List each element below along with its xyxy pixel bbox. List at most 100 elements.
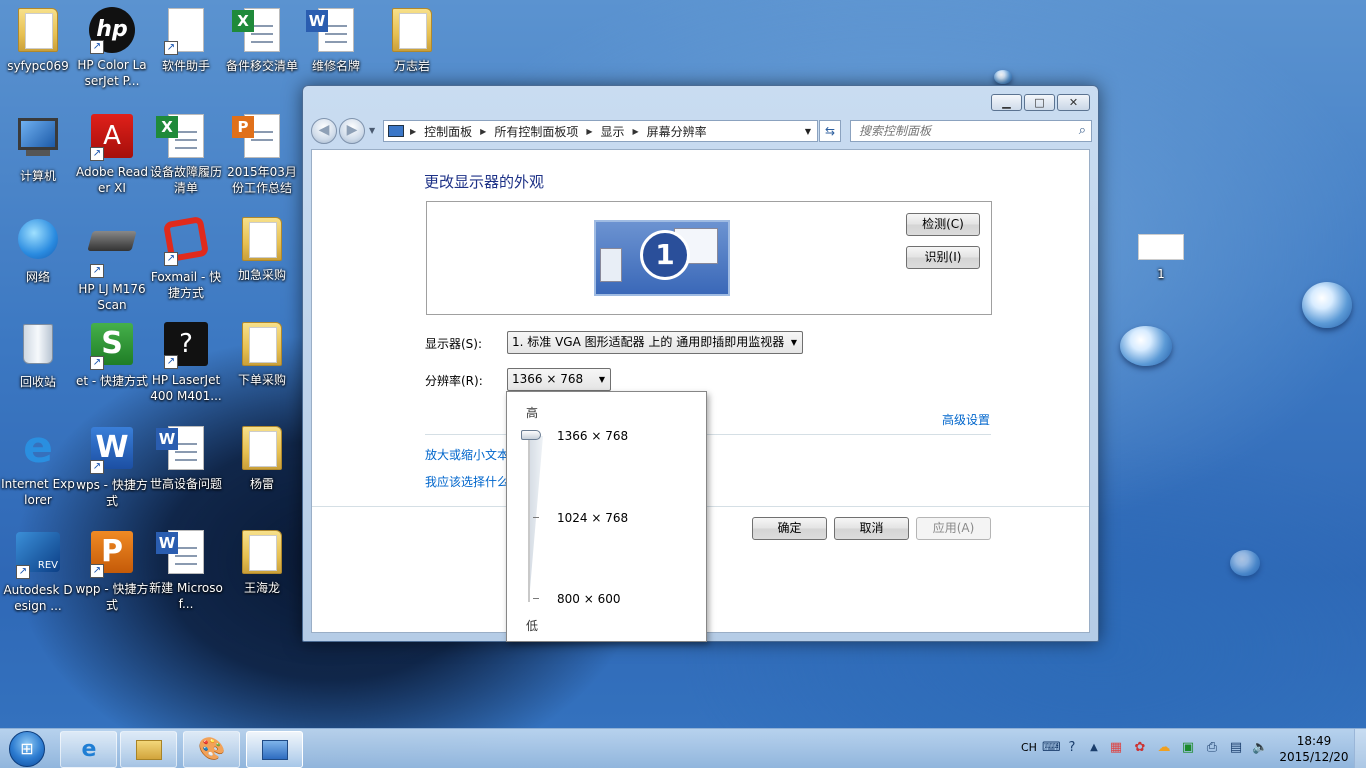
desktop-icon-wps[interactable]: W ↗ wps - 快捷方式 [74, 424, 150, 509]
taskbar-explorer[interactable] [120, 731, 177, 768]
desktop-icon-wpp[interactable]: P ↗ wpp - 快捷方式 [74, 528, 150, 613]
desktop-icon-wang-hailong[interactable]: 王海龙 [224, 528, 300, 596]
autodesk-icon: REV ↗ [14, 532, 62, 580]
taskbar-control-panel[interactable] [246, 731, 303, 768]
clock-time: 18:49 [1296, 734, 1332, 748]
network-manager-icon[interactable]: ▣ [1180, 740, 1196, 756]
network-connection-icon[interactable]: ▤ [1228, 740, 1244, 756]
desktop-icon-foxmail[interactable]: ↗ Foxmail - 快捷方式 [148, 215, 224, 301]
close-button[interactable]: ✕ [1057, 94, 1090, 111]
desktop-icon-order-purchase[interactable]: 下单采购 [224, 320, 300, 388]
icon-label: 2015年03月份工作总结 [227, 165, 297, 195]
desktop-icon-yang-lei[interactable]: 杨雷 [224, 424, 300, 492]
volume-icon[interactable]: 🔈 [1252, 740, 1268, 756]
resolution-option[interactable]: 1366 × 768 [557, 429, 628, 443]
text-size-link[interactable]: 放大或缩小文本 [425, 446, 509, 463]
search-icon[interactable]: ⌕ [1079, 123, 1086, 138]
recent-pages-dropdown[interactable]: ▼ [369, 126, 375, 135]
desktop-icon-user[interactable]: syfypc069 [0, 6, 76, 74]
language-indicator[interactable]: CH [1021, 741, 1037, 754]
breadcrumb-separator: ▶ [632, 126, 639, 136]
desktop-icon-recycle-bin[interactable]: 回收站 [0, 320, 76, 390]
desktop-icon-spare-parts[interactable]: X 备件移交清单 [224, 6, 300, 74]
resolution-option[interactable]: 1024 × 768 [557, 511, 628, 525]
breadcrumb-all-items[interactable]: 所有控制面板项 [494, 123, 578, 140]
maximize-icon: □ [1034, 96, 1045, 109]
maximize-button[interactable]: □ [1024, 94, 1055, 111]
forward-button[interactable]: ▶ [339, 118, 365, 144]
desktop-icon-software-helper[interactable]: ↗ 软件助手 [148, 6, 224, 74]
recycle-bin-icon [14, 324, 62, 372]
desktop-icon-hp-laserjet-400[interactable]: ? ↗ HP LaserJet 400 M401... [148, 320, 224, 404]
desktop-icon-adobe-reader[interactable]: A ↗ Adobe Reader XI [74, 112, 150, 196]
desktop-icon-urgent-purchase[interactable]: 加急采购 [224, 215, 300, 283]
desktop-icon-equipment-history[interactable]: X 设备故障履历清单 [148, 112, 224, 196]
close-icon: ✕ [1068, 96, 1079, 109]
desktop-icon-repair-nameplate[interactable]: W 维修名牌 [298, 6, 374, 74]
taskbar-ie[interactable]: e [60, 731, 117, 768]
desktop-icon-file-1[interactable]: 1 [1123, 266, 1199, 282]
search-input[interactable] [859, 122, 1069, 140]
navigation-bar: ◀ ▶ ▼ ▶ 控制面板 ▶ 所有控制面板项 ▶ 显示 ▶ 屏幕分辨率 ▼ ⇆ … [311, 117, 1092, 145]
desktop-icon-wan-zhiyan[interactable]: 万志岩 [374, 6, 450, 74]
desktop-icon-et[interactable]: S ↗ et - 快捷方式 [74, 320, 150, 389]
show-desktop-button[interactable] [1354, 729, 1366, 768]
breadcrumb-separator: ▶ [480, 126, 487, 136]
ok-button[interactable]: 确定 [752, 517, 827, 540]
taskbar-paint[interactable]: 🎨 [183, 731, 240, 768]
slider-tick [533, 517, 539, 518]
desktop-icon-computer[interactable]: 计算机 [0, 112, 76, 184]
clock[interactable]: 18:49 2015/12/20 [1278, 733, 1350, 765]
spreadsheet-document-icon: X [156, 114, 210, 162]
breadcrumb-separator: ▶ [586, 126, 593, 136]
desktop-icon-ie[interactable]: e Internet Explorer [0, 424, 76, 508]
refresh-button[interactable]: ⇆ [819, 120, 841, 142]
resolution-select[interactable]: 1366 × 768 ▼ [507, 368, 611, 391]
printer-icon[interactable]: ⎙ [1204, 740, 1220, 756]
resolution-slider-track[interactable] [528, 434, 530, 602]
advanced-settings-link[interactable]: 高级设置 [942, 411, 990, 428]
resolution-slider-thumb[interactable] [521, 430, 541, 440]
desktop-icon-autodesk[interactable]: REV ↗ Autodesk Design ... [0, 528, 76, 614]
detect-button[interactable]: 检测(C) [906, 213, 980, 236]
desktop-icon-network[interactable]: 网络 [0, 215, 76, 285]
resolution-option[interactable]: 800 × 600 [557, 592, 621, 606]
help-icon[interactable]: ? [1064, 740, 1080, 756]
security-icon[interactable]: ✿ [1132, 740, 1148, 756]
desktop-icon-work-summary[interactable]: P 2015年03月份工作总结 [224, 112, 300, 196]
apply-button[interactable]: 应用(A) [916, 517, 991, 540]
keyboard-icon[interactable]: ⌨ [1042, 740, 1061, 756]
icon-label: syfypc069 [7, 59, 69, 73]
icon-label: 王海龙 [243, 581, 280, 595]
hp-logo-icon: hp ↗ [88, 7, 136, 55]
cancel-button[interactable]: 取消 [834, 517, 909, 540]
desktop-icon-new-microsoft[interactable]: W 新建 Microsof... [148, 528, 224, 612]
breadcrumb-display[interactable]: 显示 [601, 123, 625, 140]
show-hidden-icons-icon[interactable]: ▲ [1086, 740, 1102, 756]
back-button[interactable]: ◀ [311, 118, 337, 144]
desktop-icon-hp-scan[interactable]: ↗ HP LJ M176 Scan [74, 215, 150, 313]
display-select[interactable]: 1. 标准 VGA 图形适配器 上的 通用即插即用监视器 ▼ [507, 331, 803, 354]
word-document-icon: W [156, 426, 210, 474]
breadcrumb-screen-resolution[interactable]: 屏幕分辨率 [647, 123, 707, 140]
identify-button[interactable]: 识别(I) [906, 246, 980, 269]
scanner-icon: ↗ [87, 231, 137, 279]
chevron-down-icon[interactable]: ▼ [805, 127, 811, 136]
back-arrow-icon: ◀ [318, 122, 330, 138]
icon-label: HP LaserJet 400 M401... [150, 373, 222, 403]
display-preview: 1 检测(C) 识别(I) [426, 201, 992, 315]
low-label: 低 [526, 619, 539, 633]
app-grid-icon[interactable]: ▦ [1108, 740, 1124, 756]
minimize-button[interactable]: ▁ [991, 94, 1022, 111]
start-button[interactable]: ⊞ [3, 729, 51, 768]
desktop-icon-shigao[interactable]: W 世高设备问题 [148, 424, 224, 492]
display-label: 显示器(S): [425, 337, 483, 351]
folder-icon [238, 322, 286, 370]
help-link[interactable]: 我应该选择什么 [425, 473, 509, 490]
breadcrumb-control-panel[interactable]: 控制面板 [424, 123, 472, 140]
monitor-1[interactable]: 1 [594, 220, 730, 296]
desktop-icon-hp-color-laserjet[interactable]: hp ↗ HP Color LaserJet P... [74, 6, 150, 89]
cloud-icon[interactable]: ☁ [1156, 740, 1172, 756]
folder-icon [135, 736, 163, 764]
address-bar[interactable]: ▶ 控制面板 ▶ 所有控制面板项 ▶ 显示 ▶ 屏幕分辨率 ▼ [383, 120, 818, 142]
